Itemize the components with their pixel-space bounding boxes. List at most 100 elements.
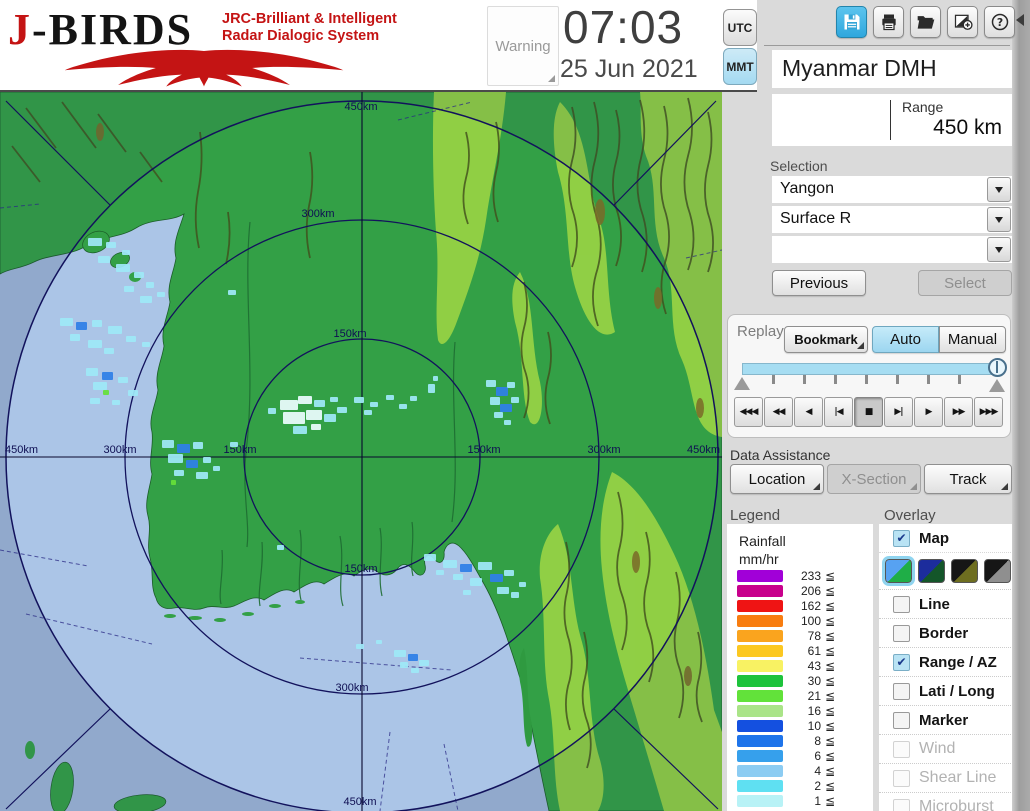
print-button[interactable] — [873, 6, 904, 38]
playback-button-2[interactable]: ◀◀ — [764, 397, 793, 427]
select-button[interactable]: Select — [918, 270, 1012, 296]
map-style-swatch-3[interactable] — [951, 559, 978, 583]
add-snapshot-button[interactable] — [947, 6, 978, 38]
playback-button-5[interactable]: ■ — [854, 397, 883, 427]
auto-button[interactable]: Auto — [872, 326, 939, 353]
range-label: 300km — [301, 208, 334, 220]
dropdown-arrow-button[interactable] — [987, 177, 1011, 202]
rain-echo-cell — [70, 334, 80, 341]
checkbox-checked-icon[interactable]: ✔ — [893, 653, 910, 671]
save-button[interactable] — [836, 6, 867, 38]
dropdown-arrow-button[interactable] — [987, 237, 1011, 262]
utc-button[interactable]: UTC — [723, 9, 757, 46]
corner-menu-icon — [813, 483, 820, 490]
checkbox-icon[interactable] — [893, 769, 910, 787]
range-label: 450km — [687, 444, 720, 456]
button-label: Location — [748, 470, 806, 488]
overlay-item-microburst[interactable]: Microburst — [879, 792, 1011, 811]
button-label: Track — [949, 470, 987, 488]
selection-dropdown-2[interactable]: Surface R — [772, 206, 1012, 233]
rain-echo-cell — [140, 296, 152, 303]
warning-button[interactable]: Warning — [487, 6, 559, 86]
help-button[interactable]: ? — [984, 6, 1015, 38]
rain-echo-cell — [411, 668, 419, 673]
bookmark-label: Bookmark — [794, 332, 858, 347]
range-label: 300km — [103, 444, 136, 456]
rain-echo-cell — [504, 420, 511, 425]
manual-button[interactable]: Manual — [939, 326, 1006, 353]
rain-echo-cell — [496, 387, 508, 396]
playback-button-7[interactable]: ▶ — [914, 397, 943, 427]
legend-color-swatch — [737, 644, 783, 657]
track-button[interactable]: Track — [924, 464, 1012, 494]
map-style-swatch-1[interactable] — [882, 556, 915, 586]
rain-echo-cell — [60, 318, 73, 326]
map-style-swatch-4[interactable] — [984, 559, 1011, 583]
checkbox-icon[interactable] — [893, 595, 910, 613]
rain-echo-cell — [193, 442, 203, 449]
overlay-item-wind[interactable]: Wind — [879, 734, 1011, 763]
legend-color-swatch — [737, 629, 783, 642]
selection-dropdown-3[interactable] — [772, 236, 1012, 263]
map-style-swatch-2[interactable] — [918, 559, 945, 583]
playback-button-9[interactable]: ▶▶▶ — [974, 397, 1003, 427]
rain-echo-cell — [419, 660, 429, 666]
legend-value: 30 — [807, 673, 821, 688]
radar-map[interactable]: 450km 300km 150km 150km 300km 450km 450km 300km… — [0, 92, 722, 811]
overlay-item-label: Map — [919, 529, 949, 547]
open-folder-button[interactable] — [910, 6, 941, 38]
checkbox-icon[interactable] — [893, 624, 910, 642]
rain-echo-cell — [103, 390, 109, 395]
playback-button-3[interactable]: ◀ — [794, 397, 823, 427]
playback-button-8[interactable]: ▶▶ — [944, 397, 973, 427]
overlay-item-border[interactable]: Border — [879, 618, 1011, 647]
bookmark-button[interactable]: Bookmark — [784, 326, 868, 353]
overlay-item-marker[interactable]: Marker — [879, 705, 1011, 734]
legend-lte-sign: ≦ — [825, 643, 836, 658]
overlay-item-map[interactable]: ✔ Map — [879, 524, 1011, 552]
slider-tick — [834, 375, 837, 384]
overlay-item-line[interactable]: Line — [879, 589, 1011, 618]
range-divider — [890, 100, 891, 140]
checkbox-checked-icon[interactable]: ✔ — [893, 529, 910, 547]
overlay-item-shear-line[interactable]: Shear Line — [879, 763, 1011, 792]
legend-lte-sign: ≦ — [825, 778, 836, 793]
overlay-item-lati-long[interactable]: Lati / Long — [879, 676, 1011, 705]
rain-echo-cell — [370, 402, 378, 407]
rain-echo-cell — [186, 460, 198, 468]
replay-slider-handle[interactable] — [988, 358, 1007, 377]
checkbox-icon[interactable] — [893, 740, 910, 758]
legend-value: 78 — [807, 628, 821, 643]
legend-color-swatch — [737, 659, 783, 672]
panel-collapse-arrow-icon[interactable] — [1016, 14, 1024, 26]
replay-panel: Replay Bookmark Auto Manual ◀◀◀ ◀◀ ◀ |◀ ■ ▶| ▶… — [727, 314, 1011, 438]
replay-slider-track[interactable] — [742, 363, 998, 375]
playback-button-4[interactable]: |◀ — [824, 397, 853, 427]
range-label: 150km — [344, 563, 377, 575]
location-button[interactable]: Location — [730, 464, 824, 494]
selection-dropdown-1[interactable]: Yangon — [772, 176, 1012, 203]
rain-echo-cell — [162, 440, 174, 448]
legend-lte-sign: ≦ — [825, 568, 836, 583]
playback-button-6[interactable]: ▶| — [884, 397, 913, 427]
mmt-button[interactable]: MMT — [723, 48, 757, 85]
x-section-button[interactable]: X-Section — [827, 464, 921, 494]
legend-entry: 162 ≦ — [727, 598, 873, 613]
overlay-item-range-az[interactable]: ✔ Range / AZ — [879, 647, 1011, 676]
slider-end-marker-icon[interactable] — [989, 379, 1005, 392]
legend-value: 6 — [814, 748, 821, 763]
checkbox-icon[interactable] — [893, 798, 910, 811]
slider-start-marker-icon[interactable] — [734, 377, 750, 390]
legend-color-swatch — [737, 734, 783, 747]
rain-echo-cell — [88, 238, 102, 246]
previous-button[interactable]: Previous — [772, 270, 866, 296]
playback-button-1[interactable]: ◀◀◀ — [734, 397, 763, 427]
checkbox-icon[interactable] — [893, 711, 910, 729]
legend-entry: 8 ≦ — [727, 733, 873, 748]
overlay-item-label: Shear Line — [919, 769, 997, 786]
rain-echo-cell — [306, 410, 322, 420]
station-name-box: Myanmar DMH — [772, 50, 1012, 88]
checkbox-icon[interactable] — [893, 682, 910, 700]
rain-echo-cell — [118, 377, 128, 383]
dropdown-arrow-button[interactable] — [987, 207, 1011, 232]
